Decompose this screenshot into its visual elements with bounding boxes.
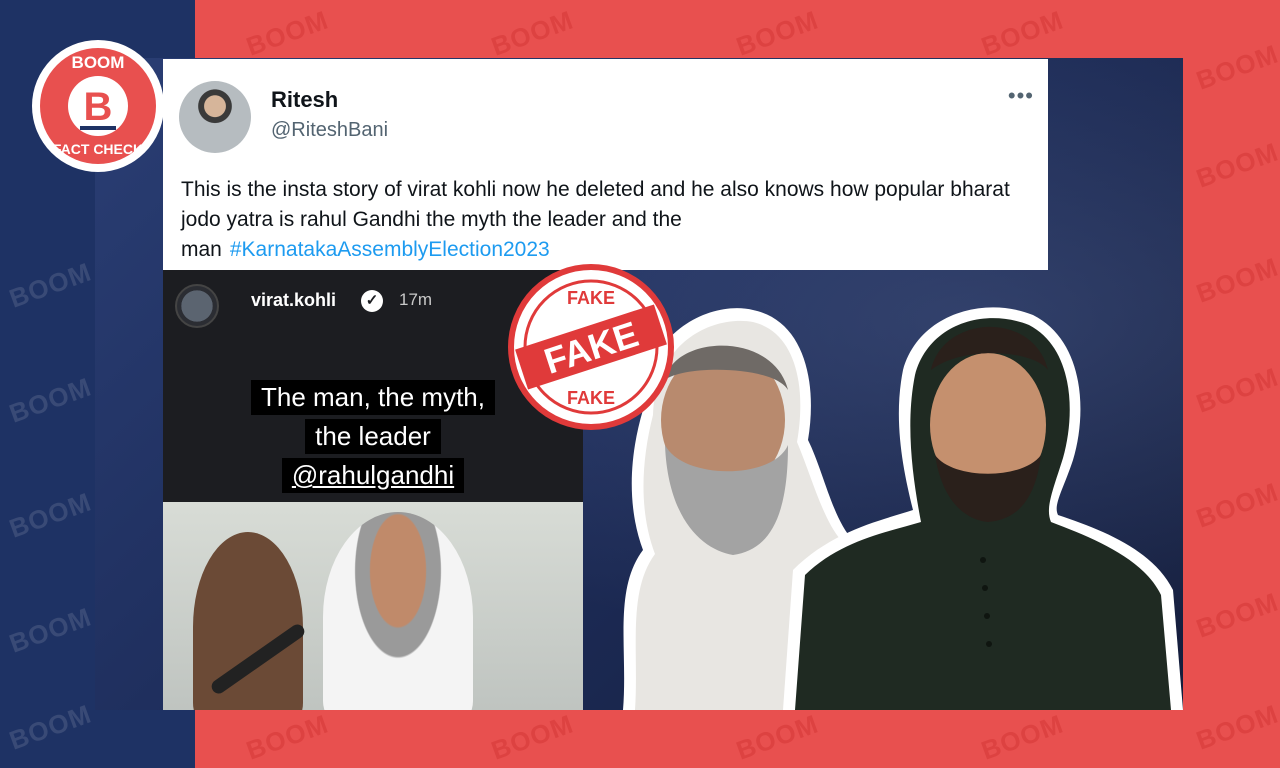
verified-badge-icon: ✓ bbox=[361, 290, 383, 312]
fake-stamp: FAKE FAKE FAKE bbox=[508, 264, 674, 430]
tweet-text: This is the insta story of virat kohli n… bbox=[181, 175, 1031, 265]
story-timestamp: 17m bbox=[399, 290, 433, 309]
story-username: virat.kohli bbox=[251, 290, 337, 310]
tweet-author-handle[interactable]: @RiteshBani bbox=[271, 119, 388, 142]
caption-line-2: the leader bbox=[305, 419, 441, 454]
logo-letter: B bbox=[84, 85, 113, 129]
tweet-author-name[interactable]: Ritesh bbox=[271, 87, 338, 113]
stamp-bottom-text: FAKE bbox=[567, 388, 615, 408]
logo-bottom-text: FACT CHECK bbox=[53, 141, 143, 157]
story-photo bbox=[163, 502, 583, 710]
boom-fact-check-logo: BOOM B FACT CHECK bbox=[32, 40, 164, 172]
caption-mention: @rahulgandhi bbox=[281, 458, 465, 493]
story-avatar bbox=[175, 284, 219, 328]
tweet-card: Ritesh @RiteshBani ••• This is the insta… bbox=[163, 59, 1048, 270]
stamp-top-text: FAKE bbox=[567, 288, 615, 308]
story-photo-person-left bbox=[193, 532, 303, 710]
more-options-icon[interactable]: ••• bbox=[1008, 83, 1034, 109]
logo-top-text: BOOM bbox=[72, 53, 125, 72]
story-photo-person-main bbox=[323, 512, 473, 710]
avatar[interactable] bbox=[179, 81, 251, 153]
caption-line-1: The man, the myth, bbox=[251, 380, 495, 415]
hashtag-link[interactable]: #KarnatakaAssemblyElection2023 bbox=[230, 238, 550, 261]
